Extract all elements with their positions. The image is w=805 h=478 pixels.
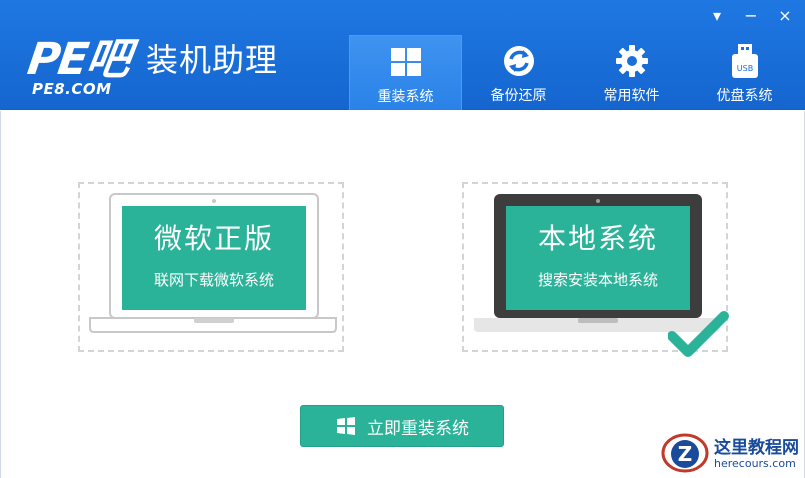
logo-domain: PE8.COM <box>32 80 112 98</box>
tab-backup-restore[interactable]: 备份还原 <box>462 35 575 110</box>
windows-flag-icon <box>337 417 355 435</box>
tab-usb-system[interactable]: USB 优盘系统 <box>688 35 801 110</box>
sync-icon <box>501 43 537 79</box>
minimize-button[interactable]: − <box>743 8 759 24</box>
card-title: 微软正版 <box>153 222 274 255</box>
install-now-label: 立即重装系统 <box>367 418 469 439</box>
menu-dropdown-button[interactable]: ▾ <box>709 8 725 24</box>
app-title: 装机助理 <box>146 41 279 79</box>
card-title: 本地系统 <box>537 222 658 255</box>
watermark: Z 这里教程网 herecours.com <box>659 430 805 476</box>
tab-label: 重装系统 <box>377 89 434 105</box>
laptop-light-icon <box>89 193 337 333</box>
usb-icon: USB <box>727 43 763 79</box>
svg-text:USB: USB <box>736 64 752 73</box>
watermark-url: herecours.com <box>714 457 796 470</box>
tab-label: 备份还原 <box>490 88 547 104</box>
card-subtitle: 联网下载微软系统 <box>153 271 274 289</box>
checkmark-icon <box>668 311 729 357</box>
main-content: 微软正版 联网下载微软系统 本地系统 搜索安装本地系统 立即重装系统 Z 这里教… <box>0 111 805 478</box>
close-button[interactable]: × <box>777 8 793 24</box>
main-nav: 重装系统 备份还原 常用软件 USB 优盘系统 <box>349 35 801 110</box>
title-bar: PE吧 装机助理 PE8.COM ▾ − × 重装系统 备份还原 常用软件 US… <box>0 0 805 110</box>
card-local-system[interactable]: 本地系统 搜索安装本地系统 <box>462 182 729 357</box>
card-microsoft-genuine[interactable]: 微软正版 联网下载微软系统 <box>78 182 344 352</box>
tab-label: 常用软件 <box>603 88 660 104</box>
watermark-logo-icon: Z <box>661 433 709 473</box>
tab-label: 优盘系统 <box>716 88 773 104</box>
install-now-button[interactable]: 立即重装系统 <box>300 405 504 447</box>
app-logo: PE吧 装机助理 PE8.COM <box>24 34 308 98</box>
svg-text:Z: Z <box>678 442 693 466</box>
gear-icon <box>614 43 650 79</box>
watermark-name: 这里教程网 <box>714 438 799 458</box>
logo-mark: PE吧 <box>24 34 132 85</box>
windows-icon <box>388 44 424 80</box>
tab-reinstall-system[interactable]: 重装系统 <box>349 35 462 110</box>
window-controls: ▾ − × <box>709 8 793 24</box>
tab-common-software[interactable]: 常用软件 <box>575 35 688 110</box>
card-subtitle: 搜索安装本地系统 <box>537 271 658 289</box>
